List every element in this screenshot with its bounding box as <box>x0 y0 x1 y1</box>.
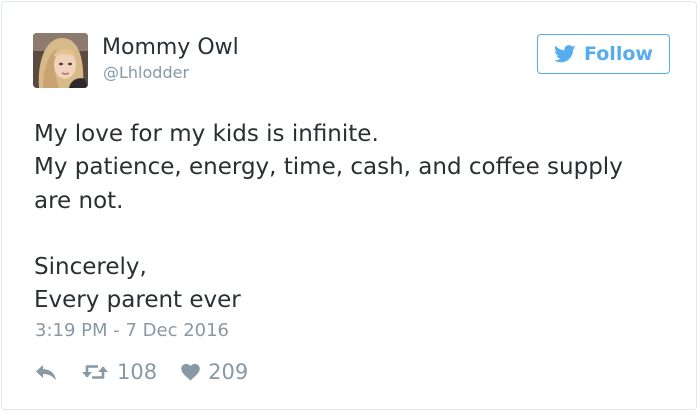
reply-icon <box>36 365 56 380</box>
avatar-image <box>33 33 88 88</box>
avatar[interactable] <box>33 33 88 88</box>
tweet-line: are not. <box>34 187 124 214</box>
display-name[interactable]: Mommy Owl <box>102 34 239 62</box>
follow-button-label: Follow <box>584 43 653 65</box>
user-handle[interactable]: @Lhlodder <box>103 63 189 83</box>
retweet-button[interactable]: 108 <box>81 360 157 384</box>
twitter-bird-icon <box>554 45 576 63</box>
follow-button[interactable]: Follow <box>537 34 670 74</box>
tweet-text: My love for my kids is infinite. My pati… <box>34 118 674 318</box>
tweet-line: Sincerely, <box>34 254 147 281</box>
retweet-icon <box>82 365 108 379</box>
like-button[interactable]: 209 <box>181 360 248 384</box>
reply-button[interactable] <box>35 363 57 381</box>
tweet-card: Mommy Owl @Lhlodder Follow My love for m… <box>1 1 697 410</box>
tweet-timestamp[interactable]: 3:19 PM - 7 Dec 2016 <box>35 320 229 342</box>
tweet-line: My patience, energy, time, cash, and cof… <box>34 154 623 181</box>
tweet-actions: 108 209 <box>35 358 248 386</box>
tweet-line <box>34 218 674 251</box>
like-count: 209 <box>208 360 249 384</box>
heart-icon <box>181 363 200 381</box>
tweet-line: My love for my kids is infinite. <box>34 121 379 147</box>
tweet-line: Every parent ever <box>34 287 241 314</box>
retweet-count: 108 <box>117 360 158 384</box>
